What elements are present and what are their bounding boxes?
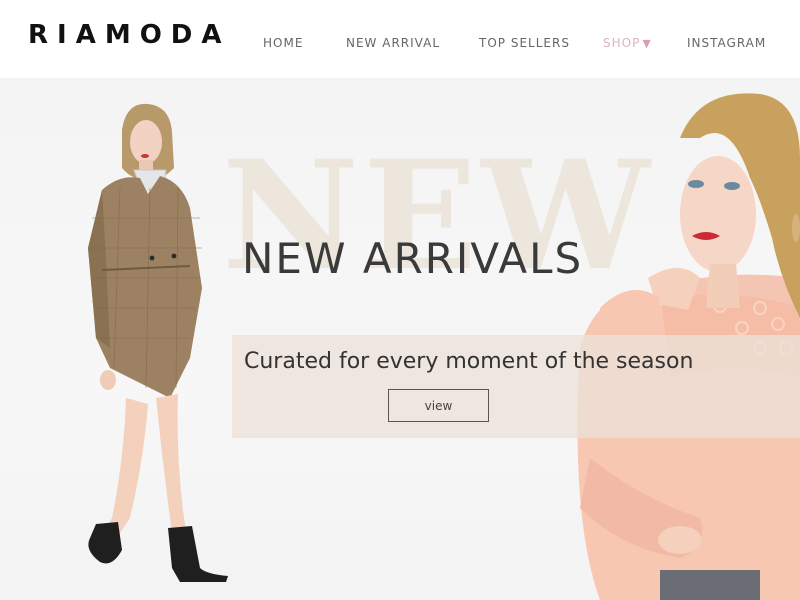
nav-top-sellers[interactable]: TOP SELLERS bbox=[479, 36, 570, 50]
site-header: RIAMODA HOME NEW ARRIVAL TOP SELLERS SHO… bbox=[0, 0, 800, 78]
hero-banner: NEW NEW ARRIVALS Curated for every momen… bbox=[0, 78, 800, 600]
chevron-down-icon: ▼ bbox=[642, 37, 652, 50]
view-button[interactable]: view bbox=[388, 389, 489, 422]
caption-panel: Curated for every moment of the season v… bbox=[232, 335, 800, 438]
model-image-left bbox=[88, 103, 228, 582]
nav-shop-label: SHOP bbox=[603, 36, 641, 50]
nav-new-arrival[interactable]: NEW ARRIVAL bbox=[346, 36, 440, 50]
logo[interactable]: RIAMODA bbox=[28, 20, 231, 50]
hero-title: NEW ARRIVALS bbox=[242, 234, 584, 283]
hero-caption: Curated for every moment of the season bbox=[244, 349, 694, 374]
nav-shop[interactable]: SHOP ▼ bbox=[603, 36, 652, 50]
nav-home[interactable]: HOME bbox=[263, 36, 303, 50]
nav-instagram[interactable]: INSTAGRAM bbox=[687, 36, 766, 50]
